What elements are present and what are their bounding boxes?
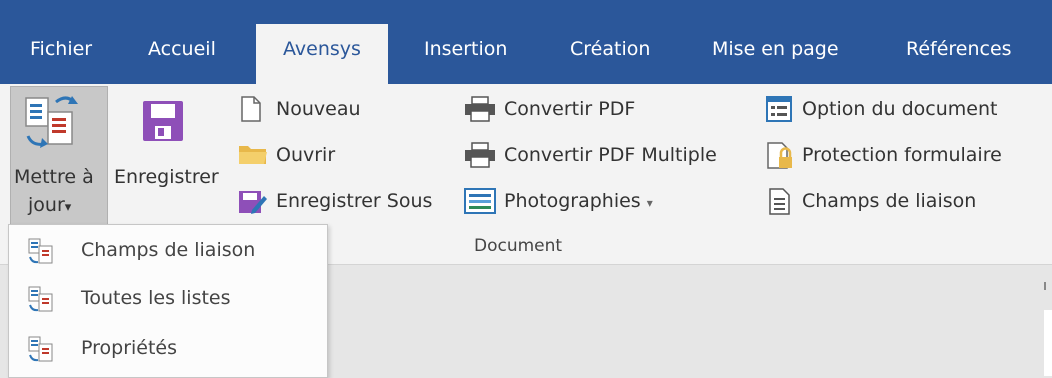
- save-as-button[interactable]: Enregistrer Sous: [276, 190, 432, 212]
- link-fields-button[interactable]: Champs de liaison: [802, 190, 976, 212]
- tab-mise-en-page[interactable]: Mise en page: [712, 38, 839, 60]
- open-button[interactable]: Ouvrir: [276, 144, 335, 166]
- photographies-button[interactable]: Photographies ▾: [504, 190, 653, 212]
- update-label-line2: jour▾: [28, 194, 72, 216]
- menu-item-all-lists[interactable]: Toutes les listes: [9, 275, 325, 323]
- tab-accueil[interactable]: Accueil: [148, 38, 216, 60]
- tab-fichier[interactable]: Fichier: [30, 38, 92, 60]
- update-doc-icon: [28, 336, 53, 362]
- save-as-icon: [239, 191, 267, 214]
- picture-icon: [464, 188, 496, 214]
- tab-insertion[interactable]: Insertion: [424, 38, 507, 60]
- folder-icon: [239, 146, 267, 164]
- page-edge: [1044, 310, 1052, 376]
- document-area: [326, 265, 1052, 376]
- menu-item-link-fields[interactable]: Champs de liaison: [9, 227, 325, 275]
- update-doc-icon: [28, 286, 53, 312]
- tab-avensys[interactable]: Avensys: [256, 24, 388, 86]
- ribbon-tab-bar: Fichier Accueil Avensys Insertion Créati…: [0, 0, 1052, 86]
- update-doc-icon: [25, 96, 78, 148]
- form-protection-button[interactable]: Protection formulaire: [802, 144, 1002, 166]
- save-button[interactable]: Enregistrer: [114, 166, 219, 188]
- group-label-document: Document: [474, 236, 563, 256]
- chevron-down-icon: ▾: [64, 200, 72, 215]
- floppy-disk-icon[interactable]: [142, 100, 184, 142]
- options-list-icon: [766, 96, 792, 122]
- menu-item-label: Champs de liaison: [81, 239, 256, 261]
- blank-page-icon: [241, 96, 261, 122]
- tab-references[interactable]: Références: [906, 38, 1012, 60]
- convert-pdf-multiple-button[interactable]: Convertir PDF Multiple: [504, 144, 717, 166]
- update-label-line1: Mettre à: [14, 166, 94, 188]
- update-dropdown-menu: Champs de liaison Toutes les listes Prop…: [8, 224, 328, 378]
- printer-icon: [465, 96, 495, 122]
- ruler-marker: [1044, 282, 1046, 290]
- menu-item-label: Toutes les listes: [81, 287, 231, 309]
- menu-item-label: Propriétés: [81, 337, 178, 359]
- printer-icon: [465, 142, 495, 168]
- page-lines-icon: [769, 188, 790, 215]
- menu-item-properties[interactable]: Propriétés: [9, 325, 325, 373]
- document-option-button[interactable]: Option du document: [802, 98, 997, 120]
- new-button[interactable]: Nouveau: [276, 98, 361, 120]
- convert-pdf-button[interactable]: Convertir PDF: [504, 98, 635, 120]
- tab-creation[interactable]: Création: [570, 38, 650, 60]
- chevron-down-icon: ▾: [646, 196, 653, 210]
- lock-page-icon: [767, 142, 792, 169]
- update-doc-icon: [28, 238, 53, 264]
